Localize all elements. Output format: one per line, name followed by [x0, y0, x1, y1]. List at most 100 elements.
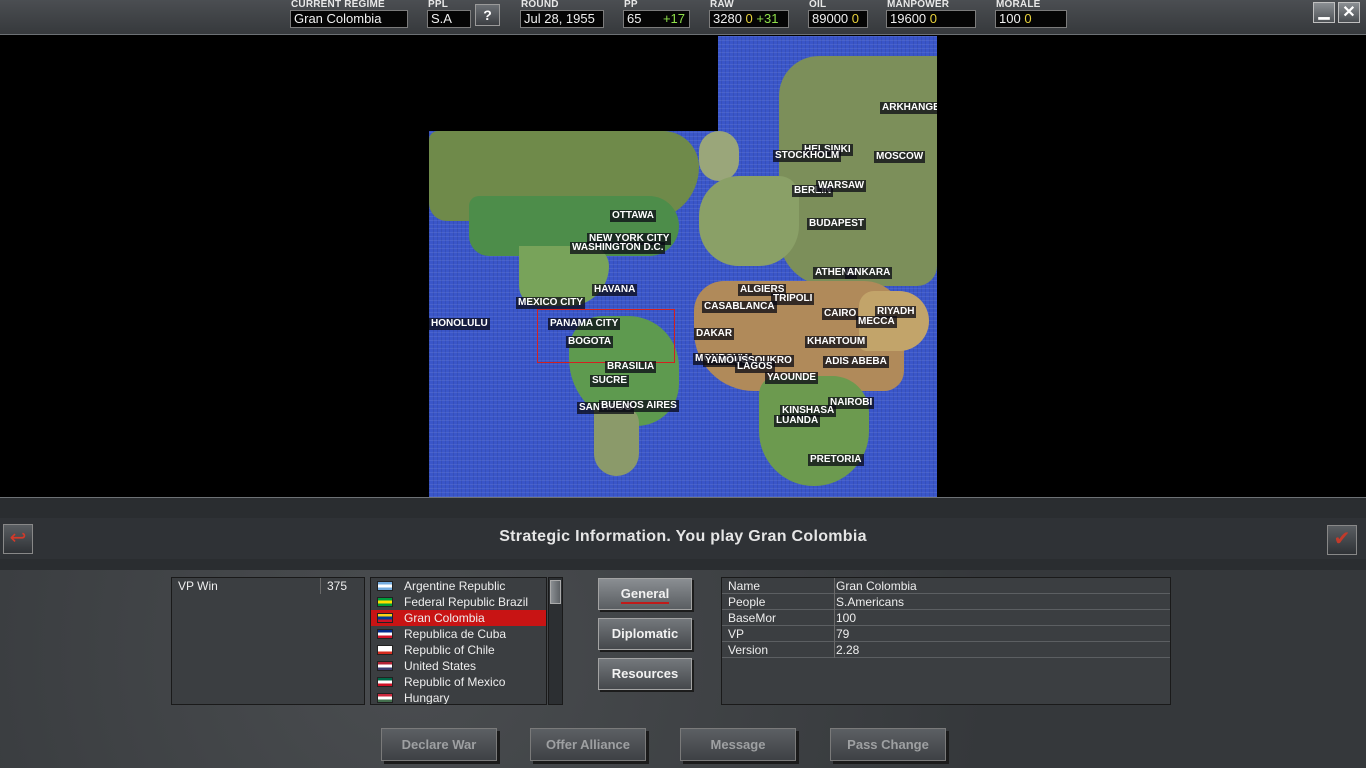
info-value: 100 — [836, 611, 857, 625]
info-separator — [834, 642, 835, 658]
city-label[interactable]: MECCA — [856, 316, 897, 328]
regime-list-item[interactable]: Republic of Mexico — [371, 674, 546, 690]
back-button[interactable]: ↩ — [3, 524, 33, 554]
tab-resources[interactable]: Resources — [598, 658, 692, 690]
raw-extra: 0 — [745, 11, 753, 26]
flag-icon — [377, 597, 393, 607]
minimize-button[interactable]: ▁ — [1313, 2, 1335, 23]
city-label[interactable]: ANKARA — [845, 267, 893, 279]
pp-delta: +17 — [662, 11, 685, 26]
info-row: Version 2.28 — [722, 642, 1170, 658]
regime-name: United States — [404, 659, 477, 673]
close-icon: ✕ — [1342, 4, 1356, 21]
city-label[interactable]: TRIPOLI — [771, 293, 815, 305]
city-label[interactable]: BUDAPEST — [807, 218, 867, 230]
morale-value: 100 — [999, 11, 1021, 26]
south-america-tip-land — [594, 406, 639, 476]
info-value: S.Americans — [836, 595, 905, 609]
city-label[interactable]: KHARTOUM — [805, 336, 868, 348]
city-label[interactable]: PANAMA CITY — [548, 318, 621, 330]
flag-icon — [377, 645, 393, 655]
info-row: Name Gran Colombia — [722, 578, 1170, 594]
vp-win-label: VP Win — [178, 579, 218, 593]
top-status-bar: CURRENT REGIME Gran Colombia PPL S.A ? R… — [0, 0, 1366, 35]
help-button[interactable]: ? — [475, 4, 500, 26]
info-separator — [834, 610, 835, 626]
confirm-button[interactable]: ✔ — [1327, 525, 1357, 555]
regime-info-table: Name Gran Colombia People S.Americans BaseMo… — [721, 577, 1171, 705]
bottom-panel: VP Win 375 Argentine Republic Federal Rep… — [0, 570, 1366, 768]
regime-list-item[interactable]: Republic of Chile — [371, 642, 546, 658]
regime-name: Argentine Republic — [404, 579, 506, 593]
oil-label: OIL — [809, 0, 827, 10]
regime-name: Republic of Chile — [404, 643, 495, 657]
city-label[interactable]: WASHINGTON D.C. — [570, 242, 666, 254]
city-label[interactable]: MOSCOW — [874, 151, 926, 163]
pp-label: PP — [624, 0, 638, 10]
city-label[interactable]: OTTAWA — [610, 210, 657, 222]
regime-list-item[interactable]: Gran Colombia — [371, 610, 546, 626]
minimize-icon: ▁ — [1318, 3, 1330, 19]
manpower-value-box: 19600 0 — [886, 10, 976, 28]
round-value: Jul 28, 1955 — [520, 10, 604, 28]
regime-list-item[interactable]: Argentine Republic — [371, 578, 546, 594]
close-button[interactable]: ✕ — [1338, 2, 1360, 23]
tab-general[interactable]: General — [598, 578, 692, 610]
city-label[interactable]: DAKAR — [694, 328, 735, 340]
city-label[interactable]: MEXICO CITY — [516, 297, 586, 309]
tab-diplomatic[interactable]: Diplomatic — [598, 618, 692, 650]
info-row: VP 79 — [722, 626, 1170, 642]
info-key: Version — [728, 643, 769, 657]
raw-label: RAW — [710, 0, 734, 10]
regime-list-scrollbar[interactable] — [548, 577, 563, 705]
city-label[interactable]: ADIS ABEBA — [823, 356, 889, 368]
offer-alliance-button[interactable]: Offer Alliance — [530, 728, 646, 761]
scrollbar-thumb[interactable] — [550, 580, 561, 604]
city-label[interactable]: YAOUNDE — [765, 372, 819, 384]
oil-extra: 0 — [851, 11, 860, 26]
city-label[interactable]: CASABLANCA — [702, 301, 777, 313]
city-label[interactable]: HONOLULU — [429, 318, 490, 330]
regime-name: Gran Colombia — [404, 611, 485, 625]
city-label[interactable]: BOGOTA — [566, 336, 614, 348]
vp-row: VP Win 375 — [172, 578, 364, 594]
info-separator — [834, 594, 835, 610]
vp-separator — [320, 578, 321, 594]
city-label[interactable]: WARSAW — [816, 180, 867, 192]
flag-icon — [377, 693, 393, 703]
city-label[interactable]: CAIRO — [822, 308, 859, 320]
city-label[interactable]: HAVANA — [592, 284, 638, 296]
strategic-map[interactable]: ARKHANGELSKHELSINKISTOCKHOLMMOSCOWBERLIN… — [429, 36, 937, 497]
round-label: ROUND — [521, 0, 559, 10]
regime-list-item[interactable]: Hungary — [371, 690, 546, 705]
vp-win-value: 375 — [327, 579, 348, 593]
flag-icon — [377, 581, 393, 591]
city-label[interactable]: BUENOS AIRES — [599, 400, 679, 412]
info-value: Gran Colombia — [836, 579, 917, 593]
regime-list-item[interactable]: United States — [371, 658, 546, 674]
city-label[interactable]: BRASILIA — [605, 361, 657, 373]
pp-value: 65 — [627, 11, 642, 26]
ppl-label: PPL — [428, 0, 449, 10]
declare-war-button[interactable]: Declare War — [381, 728, 497, 761]
pass-change-button[interactable]: Pass Change — [830, 728, 946, 761]
flag-icon — [377, 661, 393, 671]
flag-icon — [377, 629, 393, 639]
city-label[interactable]: LUANDA — [774, 415, 821, 427]
regime-name: Hungary — [404, 691, 450, 705]
city-label[interactable]: PRETORIA — [808, 454, 864, 466]
regime-name: Federal Republic Brazil — [404, 595, 529, 609]
manpower-extra: 0 — [929, 11, 938, 26]
tab-general-label: General — [620, 586, 670, 604]
info-key: People — [728, 595, 766, 609]
info-key: VP — [728, 627, 745, 641]
regime-list-item[interactable]: Republica de Cuba — [371, 626, 546, 642]
title-banner: Strategic Information. You play Gran Col… — [0, 497, 1366, 570]
city-label[interactable]: STOCKHOLM — [773, 150, 842, 162]
eurasia-land — [779, 56, 937, 286]
regime-list-item[interactable]: Federal Republic Brazil — [371, 594, 546, 610]
regime-value: Gran Colombia — [290, 10, 408, 28]
city-label[interactable]: SUCRE — [590, 375, 630, 387]
city-label[interactable]: ARKHANGELSK — [880, 102, 937, 114]
message-button[interactable]: Message — [680, 728, 796, 761]
